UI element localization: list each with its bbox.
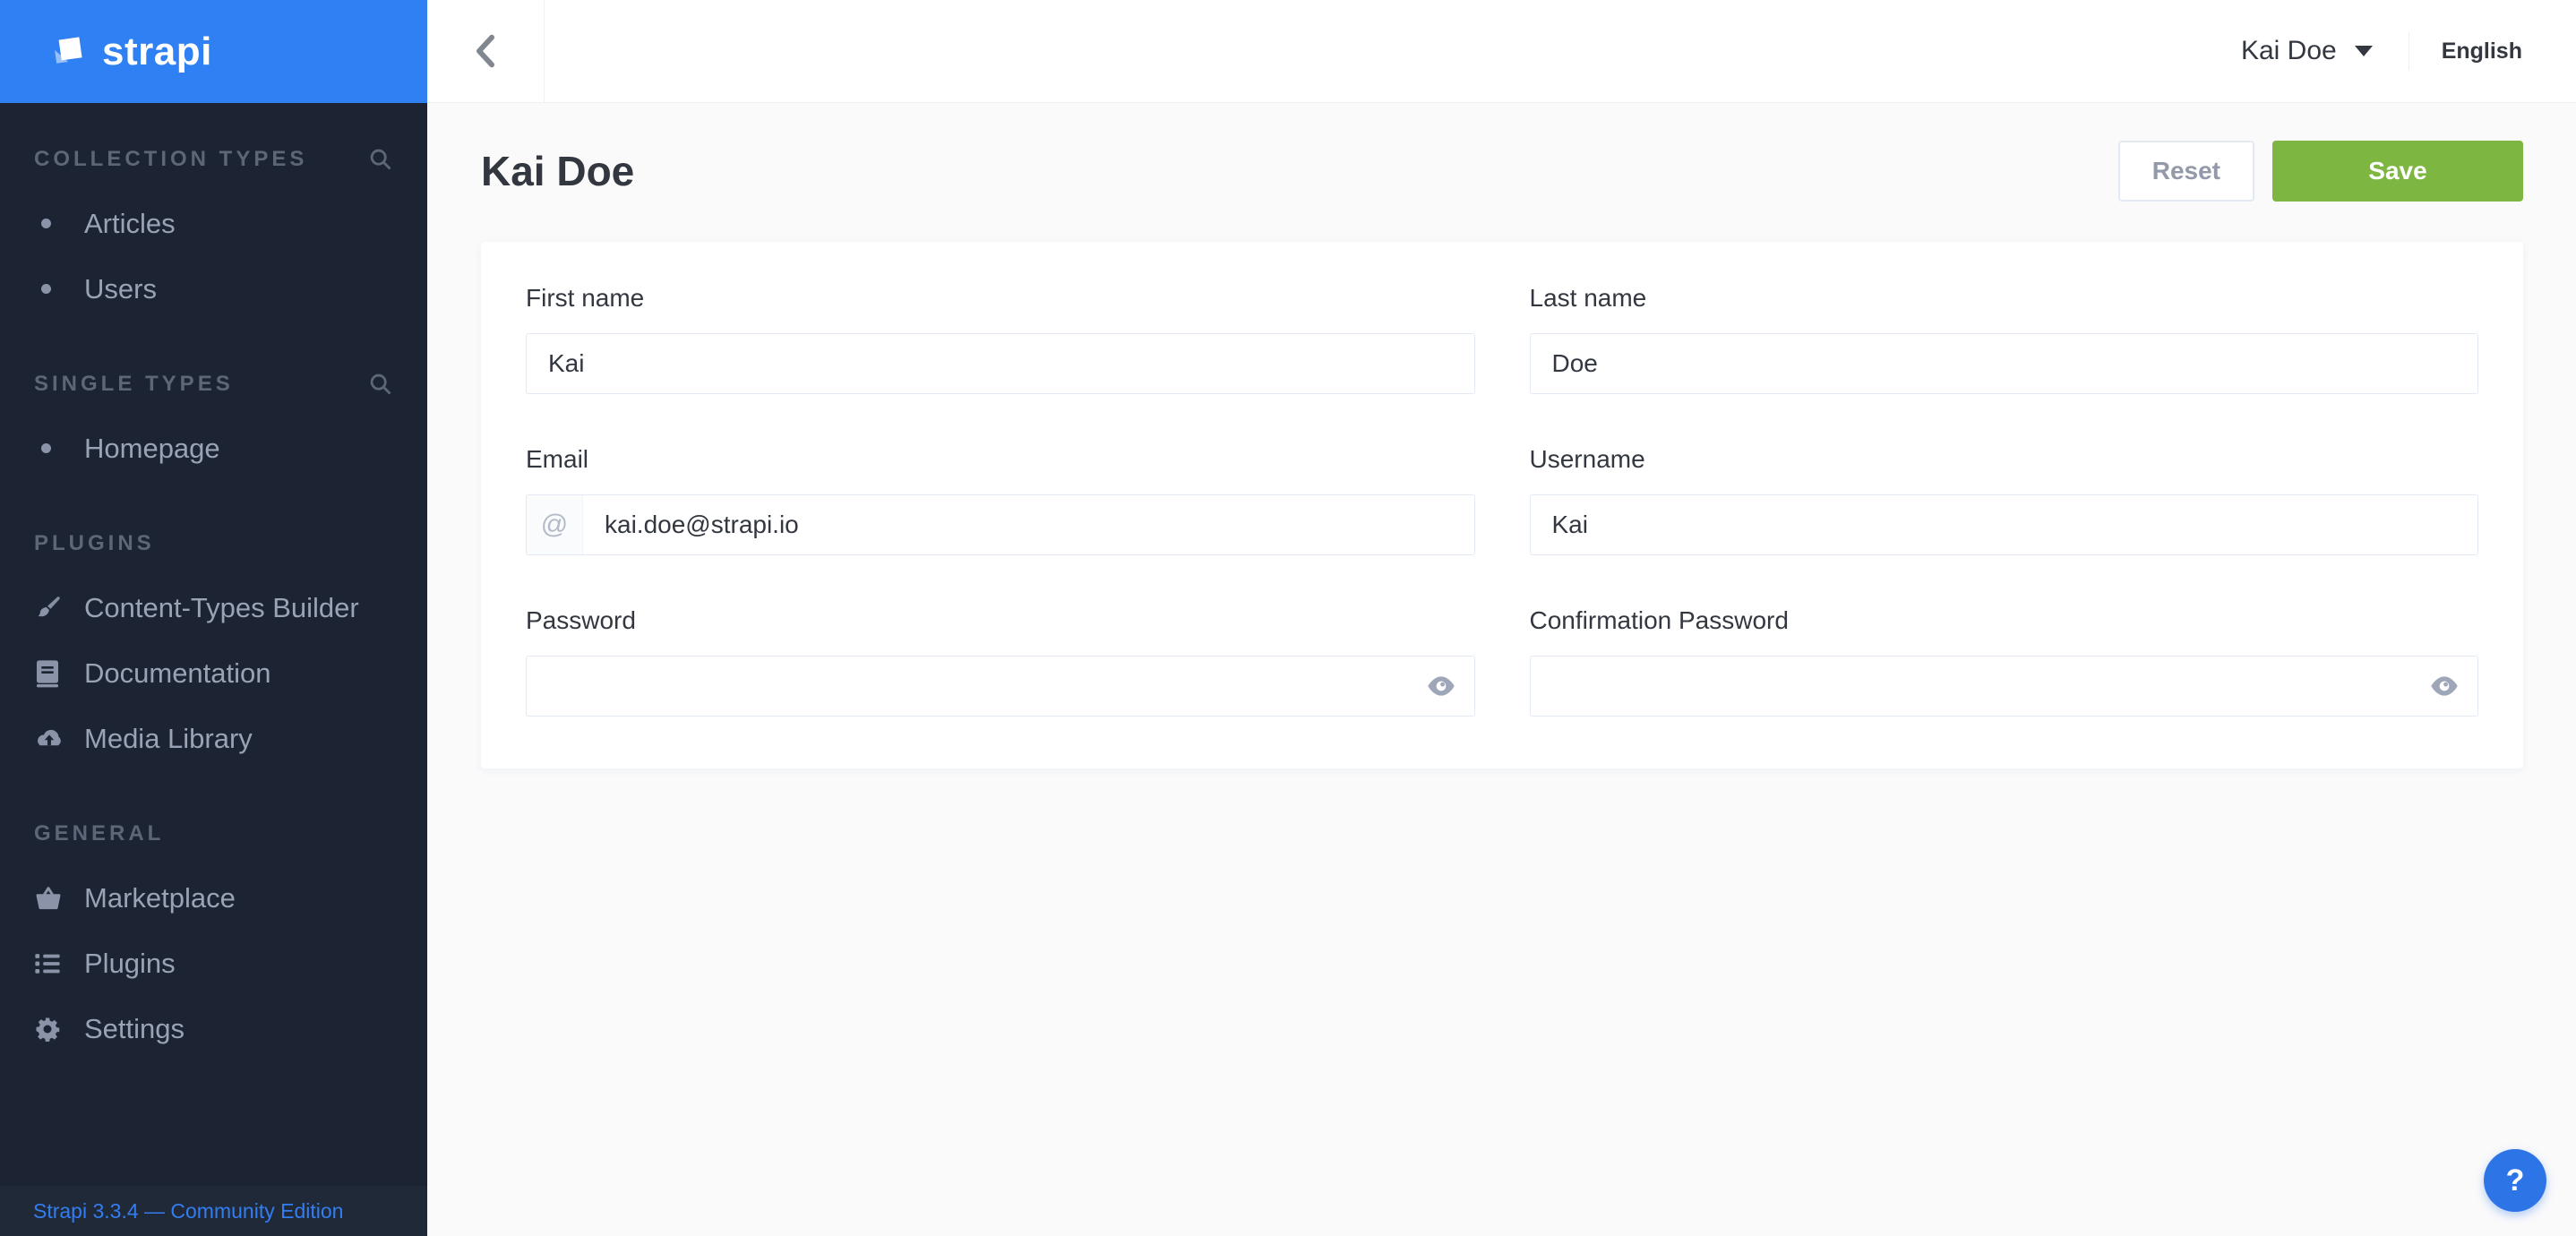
eye-icon: [1427, 675, 1455, 697]
field-first-name: First name: [526, 283, 1475, 394]
basket-icon: [34, 885, 72, 912]
sidebar-item-settings[interactable]: Settings: [0, 996, 427, 1061]
list-icon: [34, 951, 72, 976]
field-label: First name: [526, 283, 1475, 313]
toggle-password-visibility-button[interactable]: [2428, 670, 2460, 702]
sidebar-item-homepage[interactable]: Homepage: [0, 416, 427, 481]
sidebar-footer: Strapi 3.3.4 — Community Edition: [0, 1186, 427, 1236]
sidebar-item-label: Marketplace: [84, 882, 236, 914]
action-buttons: Reset Save: [2118, 141, 2523, 202]
sidebar-item-marketplace[interactable]: Marketplace: [0, 865, 427, 931]
sidebar-item-users[interactable]: Users: [0, 256, 427, 322]
sidebar: strapi COLLECTION TYPES Articles Users: [0, 0, 427, 1236]
username-input[interactable]: [1530, 494, 2479, 555]
section-title-general: GENERAL: [34, 821, 164, 846]
field-confirmation-password: Confirmation Password: [1530, 605, 2479, 717]
strapi-logo-text: strapi: [102, 30, 212, 74]
bullet-icon: [34, 219, 72, 228]
search-icon[interactable]: [368, 372, 393, 397]
strapi-logo[interactable]: strapi: [0, 0, 427, 103]
field-label: Confirmation Password: [1530, 605, 2479, 636]
sidebar-nav: COLLECTION TYPES Articles Users SINGLE T…: [0, 103, 427, 1186]
password-input[interactable]: [526, 656, 1475, 717]
field-label: Email: [526, 444, 1475, 475]
page-title: Kai Doe: [481, 147, 634, 195]
toggle-password-visibility-button[interactable]: [1425, 670, 1457, 702]
sidebar-item-plugins[interactable]: Plugins: [0, 931, 427, 996]
chevron-down-icon: [2355, 46, 2373, 56]
back-button[interactable]: [427, 0, 545, 102]
confirmation-password-input[interactable]: [1530, 656, 2479, 717]
section-title-collection-types: COLLECTION TYPES: [34, 147, 307, 172]
strapi-version-link[interactable]: Strapi 3.3.4 — Community Edition: [33, 1199, 343, 1223]
field-password: Password: [526, 605, 1475, 717]
brush-icon: [34, 594, 72, 622]
sidebar-item-articles[interactable]: Articles: [0, 191, 427, 256]
title-row: Kai Doe Reset Save: [481, 141, 2523, 202]
gear-icon: [34, 1016, 72, 1043]
language-selector[interactable]: English: [2442, 39, 2522, 64]
user-name: Kai Doe: [2241, 36, 2337, 66]
field-username: Username: [1530, 444, 2479, 555]
strapi-logo-icon: [47, 31, 88, 73]
sidebar-item-label: Settings: [84, 1013, 185, 1045]
sidebar-item-media-library[interactable]: Media Library: [0, 706, 427, 771]
first-name-input[interactable]: [526, 333, 1475, 394]
header-right: Kai Doe English: [2241, 32, 2576, 70]
user-form-card: First name Last name Email @: [481, 242, 2523, 768]
section-plugins: PLUGINS Content-Types Builder: [0, 530, 427, 771]
top-header: Kai Doe English: [427, 0, 2576, 103]
save-button[interactable]: Save: [2272, 141, 2523, 202]
field-label: Password: [526, 605, 1475, 636]
field-email: Email @: [526, 444, 1475, 555]
section-general: GENERAL Marketplace: [0, 820, 427, 1061]
bullet-icon: [34, 443, 72, 453]
section-single-types: SINGLE TYPES Homepage: [0, 371, 427, 481]
sidebar-item-label: Media Library: [84, 723, 253, 755]
section-title-plugins: PLUGINS: [34, 531, 155, 556]
sidebar-item-label: Documentation: [84, 657, 271, 690]
sidebar-item-label: Plugins: [84, 948, 176, 980]
field-label: Username: [1530, 444, 2479, 475]
sidebar-item-content-types-builder[interactable]: Content-Types Builder: [0, 575, 427, 640]
bullet-icon: [34, 284, 72, 294]
sidebar-item-label: Articles: [84, 208, 176, 240]
cloud-upload-icon: [34, 725, 72, 752]
main-content: Kai Doe Reset Save First name Last name: [427, 0, 2576, 1236]
search-icon[interactable]: [368, 147, 393, 172]
book-icon: [34, 659, 72, 688]
sidebar-item-label: Users: [84, 273, 157, 305]
email-input[interactable]: [583, 495, 1474, 554]
at-sign-prefix: @: [527, 495, 583, 554]
field-last-name: Last name: [1530, 283, 2479, 394]
field-label: Last name: [1530, 283, 2479, 313]
eye-icon: [2430, 675, 2459, 697]
reset-button[interactable]: Reset: [2118, 141, 2254, 202]
sidebar-item-documentation[interactable]: Documentation: [0, 640, 427, 706]
user-menu[interactable]: Kai Doe: [2241, 36, 2373, 66]
section-collection-types: COLLECTION TYPES Articles Users: [0, 146, 427, 322]
sidebar-item-label: Content-Types Builder: [84, 592, 359, 624]
sidebar-item-label: Homepage: [84, 433, 220, 465]
help-button[interactable]: ?: [2484, 1149, 2546, 1212]
chevron-left-icon: [472, 33, 499, 69]
last-name-input[interactable]: [1530, 333, 2479, 394]
section-title-single-types: SINGLE TYPES: [34, 372, 234, 397]
